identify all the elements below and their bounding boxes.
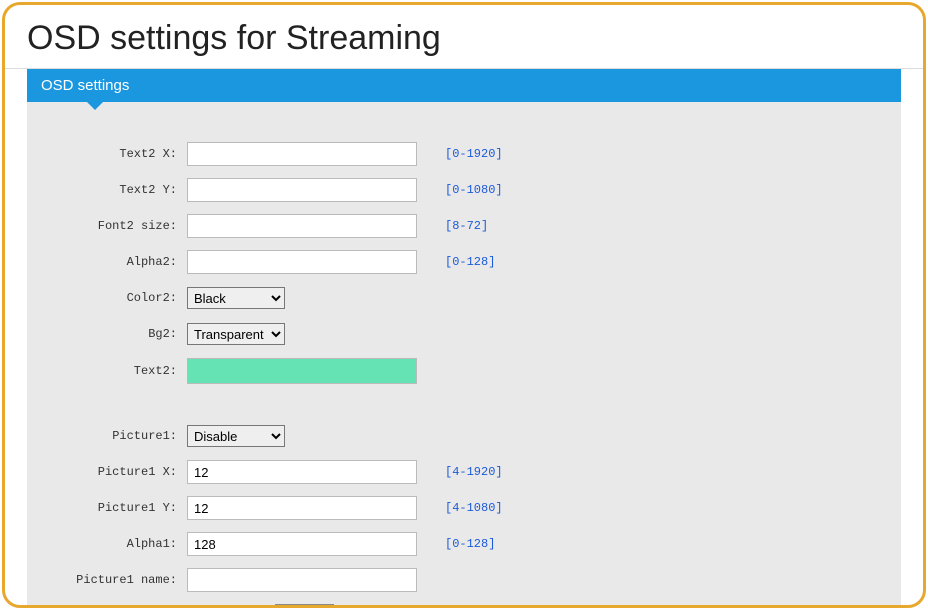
row-upload: Upload picture1: 浏览... Upload (only supp… [47,604,881,608]
spacer [47,396,881,424]
hint-alpha2: [0-128] [417,255,495,269]
row-color2: Color2: Black [47,286,881,310]
select-color2[interactable]: Black [187,287,285,309]
row-font2: Font2 size: [8-72] [47,214,881,238]
label-pic1name: Picture1 name: [47,573,187,587]
row-alpha1: Alpha1: [0-128] [47,532,881,556]
select-picture1[interactable]: Disable [187,425,285,447]
input-text2y[interactable] [187,178,417,202]
label-pic1y: Picture1 Y: [47,501,187,515]
row-pic1name: Picture1 name: [47,568,881,592]
label-text2x: Text2 X: [47,147,187,161]
label-pic1x: Picture1 X: [47,465,187,479]
content-box: OSD settings Text2 X: [0-1920] Text2 Y: … [27,69,901,608]
label-text2y: Text2 Y: [47,183,187,197]
hint-text2y: [0-1080] [417,183,503,197]
label-alpha1: Alpha1: [47,537,187,551]
row-text2x: Text2 X: [0-1920] [47,142,881,166]
input-pic1x[interactable] [187,460,417,484]
input-font2[interactable] [187,214,417,238]
panel-header: OSD settings [27,69,901,102]
label-picture1: Picture1: [47,429,187,443]
hint-pic1y: [4-1080] [417,501,503,515]
row-pic1y: Picture1 Y: [4-1080] [47,496,881,520]
label-text2: Text2: [47,364,187,378]
hint-alpha1: [0-128] [417,537,495,551]
form-area: Text2 X: [0-1920] Text2 Y: [0-1080] Font… [27,102,901,608]
row-alpha2: Alpha2: [0-128] [47,250,881,274]
browse-button[interactable]: 浏览... [275,604,334,608]
input-alpha2[interactable] [187,250,417,274]
input-text2x[interactable] [187,142,417,166]
input-alpha1[interactable] [187,532,417,556]
row-text2y: Text2 Y: [0-1080] [47,178,881,202]
row-text2: Text2: [47,358,881,384]
select-bg2[interactable]: Transparent [187,323,285,345]
row-picture1: Picture1: Disable [47,424,881,448]
input-pic1name[interactable] [187,568,417,592]
page-title: OSD settings for Streaming [5,5,923,69]
hint-font2: [8-72] [417,219,488,233]
label-alpha2: Alpha2: [47,255,187,269]
hint-pic1x: [4-1920] [417,465,503,479]
label-font2: Font2 size: [47,219,187,233]
hint-text2x: [0-1920] [417,147,503,161]
input-text2[interactable] [187,358,417,384]
upload-button[interactable]: Upload [344,607,399,609]
label-color2: Color2: [47,291,187,305]
input-pic1y[interactable] [187,496,417,520]
row-bg2: Bg2: Transparent [47,322,881,346]
outer-frame: OSD settings for Streaming OSD settings … [2,2,926,608]
row-pic1x: Picture1 X: [4-1920] [47,460,881,484]
label-bg2: Bg2: [47,327,187,341]
